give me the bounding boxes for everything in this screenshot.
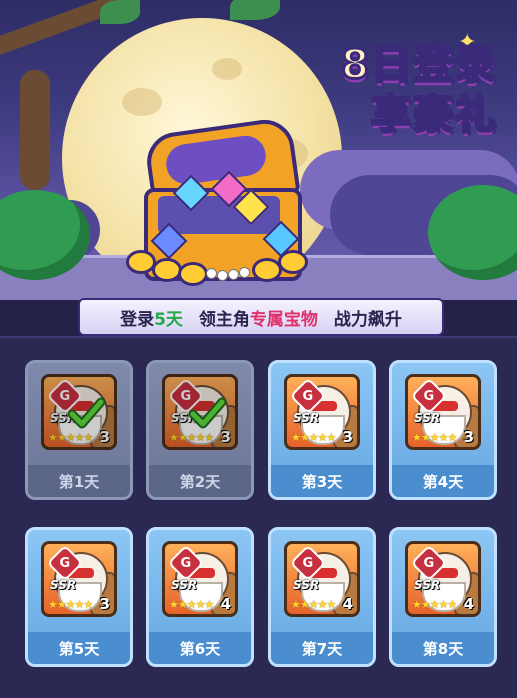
star-rating: ★★★★★ xyxy=(412,431,457,444)
day-label: 第3天 xyxy=(271,465,373,497)
item-count: 4 xyxy=(463,595,474,613)
banner-login-days: 5天 xyxy=(154,309,183,330)
hero-portrait-icon: G SSR ★★★★★ 4 xyxy=(162,541,238,617)
day-label: 第8天 xyxy=(392,632,494,664)
banner-power-text: 战力飙升 xyxy=(333,309,402,330)
reward-card-day-3[interactable]: G SSR ★★★★★ 3 第3天 xyxy=(268,360,376,500)
treasure-chest-icon xyxy=(118,116,318,288)
banner-reward-item: 专属宝物 xyxy=(249,309,318,330)
rarity-label: SSR xyxy=(50,578,77,592)
day-label: 第4天 xyxy=(392,465,494,497)
reward-card-day-5[interactable]: G SSR ★★★★★ 3 第5天 xyxy=(25,527,133,667)
hero-portrait-icon: G SSR ★★★★★ 3 xyxy=(162,374,238,450)
title-line-2: 享豪礼 xyxy=(370,91,497,140)
checkmark-icon xyxy=(67,397,106,429)
item-count: 4 xyxy=(220,595,231,613)
rarity-label: SSR xyxy=(293,578,320,592)
hero-portrait-icon: G SSR ★★★★★ 4 xyxy=(405,541,481,617)
day-label: 第2天 xyxy=(149,465,251,497)
day-label: 第6天 xyxy=(149,632,251,664)
day-label: 第1天 xyxy=(28,465,130,497)
event-title: 8日登录 享豪礼 xyxy=(340,40,497,140)
reward-card-day-1[interactable]: G SSR ★★★★★ 3 第1天 xyxy=(25,360,133,500)
hero-portrait-icon: G SSR ★★★★★ 3 xyxy=(284,374,360,450)
item-count: 3 xyxy=(342,428,353,446)
banner-reward: 领主角专属宝物 xyxy=(199,305,318,330)
hero-portrait-icon: G SSR ★★★★★ 4 xyxy=(284,541,360,617)
hero-scene: ✦ ✦ ✦ 8日登录 享豪礼 xyxy=(0,0,517,300)
event-banner: 登录5天 领主角专属宝物 战力飙升 xyxy=(78,298,444,336)
item-count: 4 xyxy=(342,595,353,613)
hero-portrait-icon: G SSR ★★★★★ 3 xyxy=(41,374,117,450)
star-rating: ★★★★★ xyxy=(169,598,214,611)
rarity-label: SSR xyxy=(293,411,320,425)
reward-card-day-2[interactable]: G SSR ★★★★★ 3 第2天 xyxy=(146,360,254,500)
reward-card-day-7[interactable]: G SSR ★★★★★ 4 第7天 xyxy=(268,527,376,667)
banner-login-text: 登录 xyxy=(120,309,155,330)
hero-portrait-icon: G SSR ★★★★★ 3 xyxy=(41,541,117,617)
rarity-label: SSR xyxy=(414,411,441,425)
banner-power: 战力飙升 xyxy=(334,305,402,330)
star-rating: ★★★★★ xyxy=(291,431,336,444)
star-rating: ★★★★★ xyxy=(48,598,93,611)
hero-portrait-icon: G SSR ★★★★★ 3 xyxy=(405,374,481,450)
star-rating: ★★★★★ xyxy=(291,598,336,611)
checkmark-icon xyxy=(188,397,227,429)
banner-reward-text: 领主角 xyxy=(198,309,250,330)
item-count: 3 xyxy=(463,428,474,446)
item-count: 3 xyxy=(99,595,110,613)
reward-card-day-8[interactable]: G SSR ★★★★★ 4 第8天 xyxy=(389,527,497,667)
rarity-label: SSR xyxy=(414,578,441,592)
day-label: 第7天 xyxy=(271,632,373,664)
banner-login: 登录5天 xyxy=(120,305,183,330)
title-line-1: 8日登录 xyxy=(340,41,497,90)
reward-card-day-6[interactable]: G SSR ★★★★★ 4 第6天 xyxy=(146,527,254,667)
reward-card-day-4[interactable]: G SSR ★★★★★ 3 第4天 xyxy=(389,360,497,500)
star-rating: ★★★★★ xyxy=(412,598,457,611)
rarity-label: SSR xyxy=(171,578,198,592)
day-label: 第5天 xyxy=(28,632,130,664)
